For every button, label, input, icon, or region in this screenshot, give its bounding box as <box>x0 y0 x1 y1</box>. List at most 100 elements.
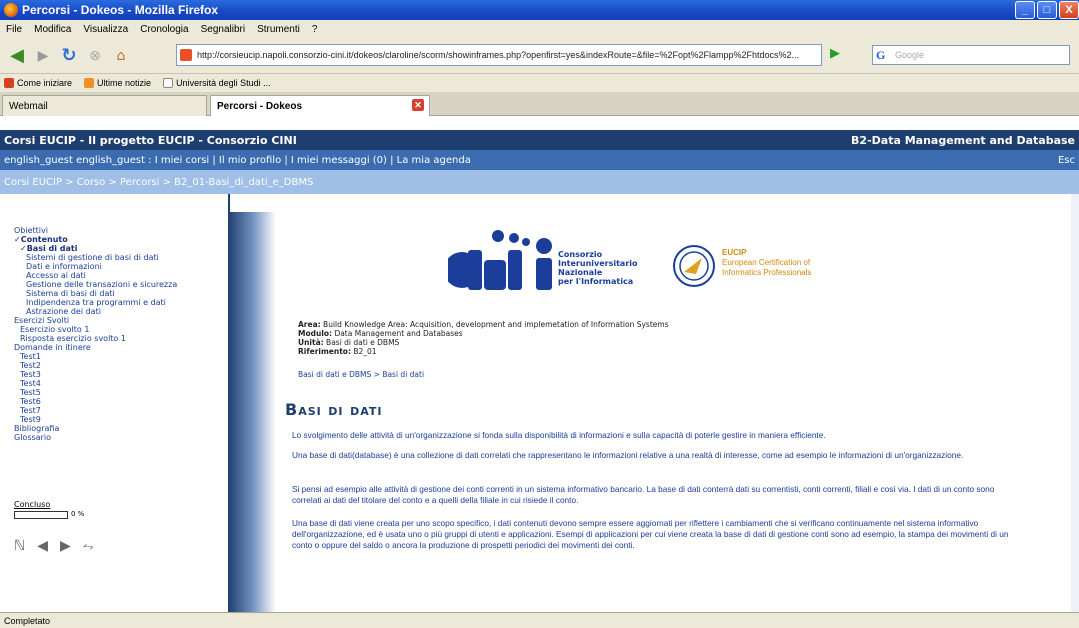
toc-item[interactable]: Gestione delle transazioni e sicurezza <box>14 280 177 289</box>
bookmark-ultime-notizie[interactable]: Ultime notizie <box>84 78 151 89</box>
toc-item[interactable]: Bibliografia <box>14 424 177 433</box>
search-input[interactable]: G Google <box>872 45 1070 65</box>
toc-item[interactable]: Glossario <box>14 433 177 442</box>
progress-percent: 0 % <box>71 510 85 518</box>
menu-file[interactable]: File <box>6 24 22 35</box>
cini-logo: Consorzio Interuniversitario Nazionale p… <box>444 230 648 294</box>
firefox-icon <box>4 3 18 17</box>
close-tab-icon[interactable]: ✕ <box>412 99 424 111</box>
toc-item[interactable]: Test7 <box>14 406 177 415</box>
logout-link[interactable]: Esc <box>1058 155 1075 166</box>
search-placeholder: Google <box>895 50 925 60</box>
toc-item[interactable]: Esercizio svolto 1 <box>14 325 177 334</box>
url-bar[interactable]: http://corsieucip.napoli.consorzio-cini.… <box>176 44 822 66</box>
toc-item[interactable]: Test6 <box>14 397 177 406</box>
toc-toggle-icon[interactable]: ℕ <box>14 538 25 554</box>
menu-segnalibri[interactable]: Segnalibri <box>201 24 245 35</box>
toc-item[interactable]: Dati e informazioni <box>14 262 177 271</box>
progress-section: Concluso 0 % <box>14 500 84 519</box>
eucip-line-3: Informatics Professionals <box>722 268 812 277</box>
cini-line-3: Nazionale <box>558 268 603 277</box>
toc-item[interactable]: ✓Basi di dati <box>14 244 177 253</box>
toc-item[interactable]: Test5 <box>14 388 177 397</box>
maximize-button[interactable]: □ <box>1037 1 1057 19</box>
window-title: Percorsi - Dokeos - Mozilla Firefox <box>22 3 219 17</box>
paragraph-1: Lo svolgimento delle attività di un'orga… <box>292 430 826 440</box>
status-text: Completato <box>4 615 51 626</box>
meta-unita: Unità: Basi di dati e DBMS <box>298 338 400 347</box>
toc-item[interactable]: Test4 <box>14 379 177 388</box>
toc-item[interactable]: Accesso ai dati <box>14 271 177 280</box>
stop-icon[interactable]: ⊗ <box>84 45 106 67</box>
user-menu-bar: english_guest english_guest : I miei cor… <box>0 150 1079 170</box>
eucip-line-2: European Certification of <box>722 258 811 267</box>
bookmarks-toolbar: Come iniziare Ultime notizie Università … <box>0 74 1079 92</box>
paragraph-2: Una base di dati(database) è una collezi… <box>292 450 964 460</box>
menu-cronologia[interactable]: Cronologia <box>140 24 188 35</box>
menu-strumenti[interactable]: Strumenti <box>257 24 300 35</box>
tab-webmail[interactable]: Webmail <box>2 95 207 116</box>
site-header: Corsi EUCIP - Il progetto EUCIP - Consor… <box>0 130 1079 150</box>
site-title[interactable]: Corsi EUCIP - Il progetto EUCIP - Consor… <box>4 134 297 147</box>
forward-arrow-icon[interactable]: ▶ <box>32 45 54 67</box>
toc-item[interactable]: ✓Contenuto <box>14 235 177 244</box>
toc-item[interactable]: Test2 <box>14 361 177 370</box>
user-links[interactable]: english_guest english_guest : I miei cor… <box>4 155 471 166</box>
status-bar: Completato <box>0 612 1079 628</box>
progress-label: Concluso <box>14 500 51 509</box>
toc-item[interactable]: Sistemi di gestione di basi di dati <box>14 253 177 262</box>
gradient-panel <box>228 212 276 612</box>
course-title[interactable]: B2-Data Management and Database <box>851 134 1075 147</box>
toc-item[interactable]: Domande in itinere <box>14 343 177 352</box>
sidebar: Obiettivi ✓Contenuto ✓Basi di dati Sistemi … <box>0 194 228 612</box>
breadcrumb-text[interactable]: Corsi EUCIP > Corso > Percorsi > B2_01-B… <box>4 177 313 188</box>
toc-item[interactable]: Test3 <box>14 370 177 379</box>
toc-item[interactable]: Test9 <box>14 415 177 424</box>
navigation-toolbar: ◀ ▶ ↻ ⊗ ⌂ http://corsieucip.napoli.conso… <box>0 38 1079 74</box>
cini-line-1: Consorzio <box>558 250 603 259</box>
next-icon[interactable]: ▶ <box>60 538 71 554</box>
menu-help[interactable]: ? <box>312 24 318 35</box>
content-breadcrumb[interactable]: Basi di dati e DBMS > Basi di dati <box>298 370 424 379</box>
paragraph-4: Una base di dati viene creata per uno sc… <box>292 518 1009 550</box>
tab-percorsi[interactable]: Percorsi - Dokeos ✕ <box>210 95 430 116</box>
previous-icon[interactable]: ◀ <box>37 538 48 554</box>
toc-item[interactable]: Esercizi Svolti <box>14 316 177 325</box>
menu-modifica[interactable]: Modifica <box>34 24 71 35</box>
bookmark-come-iniziare[interactable]: Come iniziare <box>4 78 72 89</box>
minimize-button[interactable]: _ <box>1015 1 1035 19</box>
google-icon: G <box>876 48 886 62</box>
cini-line-2: Interuniversitario <box>558 259 638 268</box>
meta-area: Area: Build Knowledge Area: Acquisition,… <box>298 320 669 329</box>
page-title: Basi di dati <box>285 400 383 419</box>
cini-line-4: per l'Informatica <box>558 277 634 286</box>
url-text: http://corsieucip.napoli.consorzio-cini.… <box>197 50 800 60</box>
toc-item[interactable]: Sistema di basi di dati <box>14 289 177 298</box>
toc-item[interactable]: Indipendenza tra programmi e dati <box>14 298 177 307</box>
progress-bar <box>14 511 68 519</box>
site-favicon-icon <box>180 49 192 61</box>
firefox-bookmark-icon <box>4 78 14 89</box>
toc-item[interactable]: Test1 <box>14 352 177 361</box>
toc-item[interactable]: Astrazione dei dati <box>14 307 177 316</box>
reload-icon[interactable]: ↻ <box>58 45 80 67</box>
meta-riferimento: Riferimento: B2_01 <box>298 347 377 356</box>
go-arrow-icon[interactable]: ▶ <box>830 46 848 64</box>
eucip-logo: EUCIP European Certification of Informat… <box>672 244 811 292</box>
bookmark-universita[interactable]: Università degli Studi ... <box>163 78 271 89</box>
toc-item[interactable]: Obiettivi <box>14 226 177 235</box>
tab-bar: Webmail Percorsi - Dokeos ✕ <box>0 92 1079 116</box>
menu-bar: File Modifica Visualizza Cronologia Segn… <box>0 20 1079 38</box>
menu-visualizza[interactable]: Visualizza <box>83 24 128 35</box>
rss-icon <box>84 78 95 89</box>
scrollbar[interactable] <box>1071 194 1079 612</box>
back-arrow-icon[interactable]: ◀ <box>6 45 28 67</box>
close-button[interactable]: X <box>1059 1 1079 19</box>
window-title-bar[interactable]: Percorsi - Dokeos - Mozilla Firefox _ □ … <box>0 0 1079 20</box>
page-icon <box>163 78 174 89</box>
toc-item[interactable]: Risposta esercizio svolto 1 <box>14 334 177 343</box>
return-icon[interactable]: ⥊ <box>83 538 94 554</box>
home-icon[interactable]: ⌂ <box>110 45 132 67</box>
meta-modulo: Modulo: Data Management and Databases <box>298 329 463 338</box>
eucip-line-1: EUCIP <box>722 248 747 257</box>
